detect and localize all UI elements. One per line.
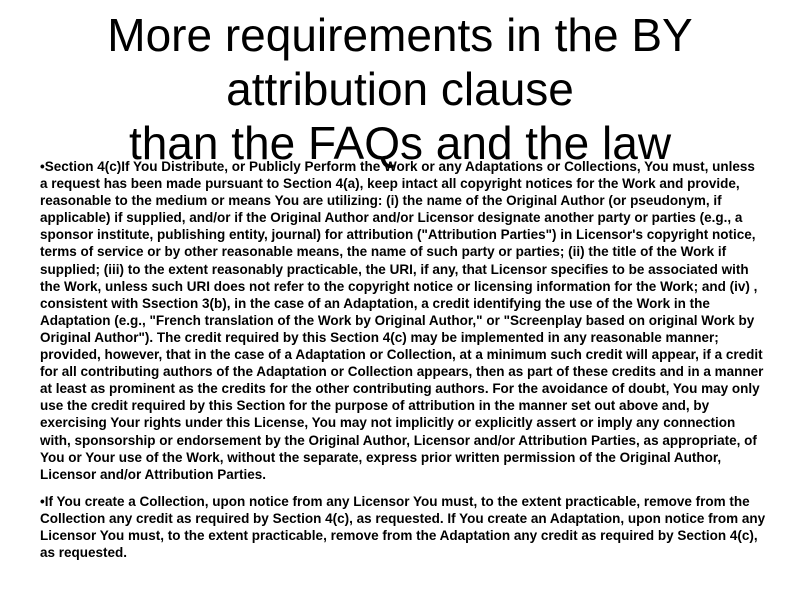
slide-title: More requirements in the BY attribution … [0,8,800,170]
title-line-2: attribution clause [226,63,574,115]
slide-body: Section 4(c)If You Distribute, or Public… [40,158,766,571]
bullet-remove-credit: If You create a Collection, upon notice … [40,493,766,561]
bullet-section-4c: Section 4(c)If You Distribute, or Public… [40,158,766,483]
slide: More requirements in the BY attribution … [0,0,800,600]
title-line-1: More requirements in the BY [107,9,693,61]
